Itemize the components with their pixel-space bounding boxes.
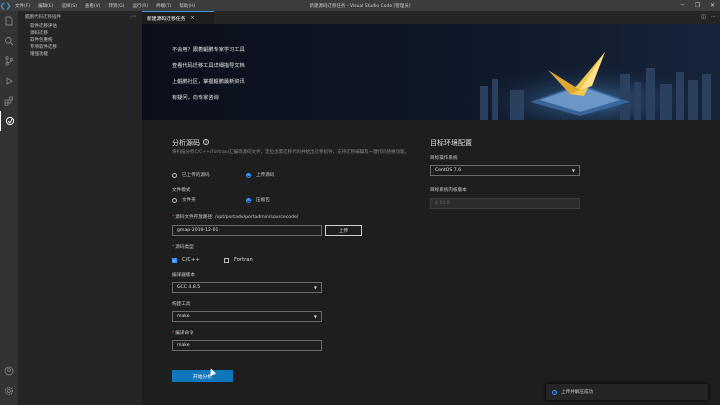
source-type-label-text: 源码类型 (175, 245, 194, 250)
menu-selection[interactable]: 选择(S) (57, 3, 80, 9)
radio-label: 压缩包 (256, 198, 270, 203)
editor-tab-bar: 新建源码迁移任务 × ◫ ⋯ (142, 11, 720, 24)
close-icon[interactable]: ✕ (705, 0, 720, 11)
radio-dot (246, 172, 251, 178)
target-kernel-label: 目标系统内核版本 (430, 188, 467, 193)
banner-link-learn[interactable]: 不会用？跟着鲲鹏专家学习工具 (172, 46, 245, 53)
radio-label: 上传源码 (256, 173, 275, 178)
checkbox-label: Fortran (234, 257, 253, 263)
chevron-down-icon: ▼ (313, 285, 317, 290)
toast-message: 上传并解压成功 (561, 390, 594, 395)
promo-banner: 不会用？跟着鲲鹏专家学习工具 查看代码迁移工具详细指导文档 上鲲鹏社区，掌握鲲鹏… (142, 24, 720, 120)
banner-link-docs[interactable]: 查看代码迁移工具详细指导文档 (172, 62, 245, 69)
help-icon[interactable]: ? (203, 139, 209, 145)
activity-bar (0, 11, 18, 405)
checkbox-label: C/C++ (182, 257, 200, 263)
window-title: 新建源码迁移任务 - Visual Studio Code [管理员] (309, 4, 411, 9)
info-icon: i (552, 389, 557, 395)
compiler-version-label: 编译器版本 (172, 273, 195, 278)
sidebar-item-source-migration[interactable]: 源码迁移 (18, 30, 142, 37)
search-icon[interactable] (0, 31, 18, 51)
chevron-down-icon: ▼ (313, 314, 317, 319)
maximize-icon[interactable]: ❐ (690, 0, 705, 11)
build-tool-label: 构建工具 (172, 302, 191, 307)
banner-link-ask-expert[interactable]: 有疑问，向专家咨询 (172, 94, 219, 101)
source-type-label: *源码类型 (172, 245, 194, 250)
radio-uploaded-source[interactable]: 已上传的源码 (172, 172, 210, 178)
split-editor-icon[interactable]: ◫ (701, 14, 706, 20)
radio-upload-source[interactable]: 上传源码 (246, 172, 274, 178)
sidebar: 鲲鹏代码迁移插件 ⋯ 软件迁移评估 源码迁移 软件包重构 专项软件迁移 增强功能 (18, 11, 142, 405)
build-command-input[interactable]: make (172, 340, 322, 351)
minimize-icon[interactable]: ─ (675, 0, 690, 11)
menu-bar: 文件(F) 编辑(E) 选择(S) 查看(V) 转到(G) 运行(R) 终端(T… (11, 3, 199, 9)
source-path-label-text: 源码文件存放路径: /opt/portadv/portadmin/sourcec… (175, 215, 299, 220)
chevron-down-icon: ▼ (571, 168, 575, 173)
target-os-select[interactable]: CentOS 7.6 ▼ (430, 165, 580, 176)
account-icon[interactable] (0, 361, 18, 381)
compiler-version-select[interactable]: GCC 4.8.5 ▼ (172, 282, 322, 293)
upload-button[interactable]: 上传 (325, 225, 362, 236)
menu-go[interactable]: 转到(G) (104, 3, 128, 9)
target-os-value: CentOS 7.6 (435, 168, 462, 173)
notification-toast[interactable]: i 上传并解压成功 (546, 384, 708, 400)
sidebar-item-assessment[interactable]: 软件迁移评估 (18, 23, 142, 30)
build-tool-select[interactable]: make ▼ (172, 311, 322, 322)
radio-dot (172, 197, 177, 203)
file-mode-label: 文件模式 (172, 188, 191, 193)
menu-edit[interactable]: 编辑(E) (34, 3, 57, 9)
checkbox-box (224, 257, 229, 263)
radio-dot (246, 197, 251, 203)
menu-help[interactable]: 帮助(H) (175, 3, 199, 9)
target-env-title: 目标环境配置 (430, 139, 472, 147)
tab-close-icon[interactable]: × (190, 15, 194, 21)
radio-folder[interactable]: 文件夹 (172, 197, 196, 203)
main-content: 分析源码? 将扫描分析C/C++/Fortran/汇编等源码文件，定位出需迁移代… (142, 120, 720, 405)
compiler-version-value: GCC 4.8.5 (177, 285, 201, 290)
analyze-source-title: 分析源码? (172, 138, 209, 148)
more-actions-icon[interactable]: ⋯ (711, 14, 716, 20)
analyze-description: 将扫描分析C/C++/Fortran/汇编等源码文件，定位出需迁移代码并给出迁移… (172, 150, 410, 155)
vscode-logo-icon: ❮❯ (0, 1, 12, 10)
check-icon: ✓ (172, 257, 177, 263)
radio-label: 文件夹 (182, 198, 196, 203)
build-command-label: *编译命令 (172, 331, 194, 336)
menu-view[interactable]: 查看(V) (81, 3, 105, 9)
tab-label: 新建源码迁移任务 (147, 16, 186, 22)
sidebar-header: 鲲鹏代码迁移插件 (25, 15, 61, 20)
source-path-input[interactable]: gmap-2019-12-01. (172, 225, 322, 236)
settings-gear-icon[interactable] (0, 381, 18, 401)
run-debug-icon[interactable] (0, 71, 18, 91)
sidebar-item-package-rebuild[interactable]: 软件包重构 (18, 37, 142, 44)
radio-label: 已上传的源码 (182, 173, 210, 178)
sidebar-item-enhancement[interactable]: 增强功能 (18, 51, 142, 58)
sidebar-item-special-migration[interactable]: 专项软件迁移 (18, 44, 142, 51)
start-analysis-button[interactable]: 开始分析 (172, 370, 233, 382)
radio-archive[interactable]: 压缩包 (246, 197, 270, 203)
checkbox-c-cpp[interactable]: ✓ C/C++ (172, 257, 200, 263)
source-path-label: *源码文件存放路径: /opt/portadv/portadmin/source… (172, 215, 299, 220)
build-tool-value: make (177, 314, 190, 319)
target-os-label: 目标操作系统 (430, 156, 458, 161)
menu-run[interactable]: 运行(R) (128, 3, 152, 9)
build-command-label-text: 编译命令 (175, 331, 194, 336)
menu-terminal[interactable]: 终端(T) (152, 3, 175, 9)
title-bar: ❮❯ 文件(F) 编辑(E) 选择(S) 查看(V) 转到(G) 运行(R) 终… (0, 0, 720, 11)
banner-link-community[interactable]: 上鲲鹏社区，掌握鲲鹏最新资讯 (172, 78, 245, 85)
checkbox-fortran[interactable]: Fortran (224, 257, 253, 263)
source-control-icon[interactable] (0, 51, 18, 71)
radio-dot (172, 172, 177, 178)
kunpeng-plugin-icon[interactable] (0, 111, 18, 131)
target-kernel-input: 4.14.0 (430, 198, 580, 209)
menu-file[interactable]: 文件(F) (11, 3, 34, 9)
analyze-title-text: 分析源码 (172, 139, 200, 147)
tab-new-migration-task[interactable]: 新建源码迁移任务 × (142, 11, 214, 24)
explorer-icon[interactable] (0, 11, 18, 31)
more-actions-icon[interactable]: ⋯ (130, 13, 136, 20)
extensions-icon[interactable] (0, 91, 18, 111)
city-illustration (460, 44, 720, 120)
